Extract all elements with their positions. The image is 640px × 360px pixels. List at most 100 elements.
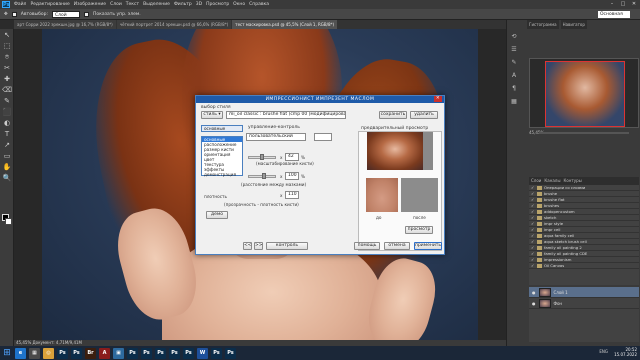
navigator-thumbnail[interactable] bbox=[545, 61, 625, 127]
menu-file[interactable]: Файл bbox=[14, 2, 26, 7]
document-tab[interactable]: чёткий портрет 2014 эрекшн.psd @ 66,6% (… bbox=[116, 20, 232, 29]
taskbar-app-icon[interactable]: Ps bbox=[155, 347, 166, 359]
preview-button[interactable]: просмотр bbox=[405, 226, 433, 234]
autoselect-target-select[interactable]: Слой bbox=[52, 10, 80, 18]
taskbar-app-icon[interactable]: Ps bbox=[183, 347, 194, 359]
prev-page-button[interactable]: << bbox=[243, 242, 252, 250]
tab-navigator[interactable]: Навигатор bbox=[560, 20, 587, 29]
style-dropdown-button[interactable]: стиль ▾ bbox=[201, 111, 223, 119]
hand-tool-icon[interactable]: ✋ bbox=[2, 162, 12, 172]
lasso-tool-icon[interactable]: ⌾ bbox=[2, 52, 12, 62]
tab-layers[interactable]: Слои bbox=[531, 177, 541, 185]
document-tab-active[interactable]: тест маскировка.psd @ 45,5% (Слой 1, RGB… bbox=[232, 20, 338, 29]
taskbar-app-icon[interactable]: A bbox=[99, 347, 110, 359]
taskbar-app-icon[interactable]: Br bbox=[85, 347, 96, 359]
taskbar-app-icon[interactable]: Ps bbox=[225, 347, 236, 359]
visibility-icon[interactable]: ● bbox=[532, 301, 536, 306]
size-value-field[interactable]: 42 bbox=[285, 153, 299, 161]
menu-3d[interactable]: 3D bbox=[196, 2, 202, 7]
brush-preset-value-field[interactable] bbox=[314, 133, 332, 141]
menu-image[interactable]: Изображение bbox=[74, 2, 106, 7]
menu-edit[interactable]: Редактирование bbox=[30, 2, 69, 7]
tab-paths[interactable]: Контуры bbox=[563, 177, 581, 185]
path-select-tool-icon[interactable]: ↗ bbox=[2, 140, 12, 150]
visibility-icon[interactable]: ✓ bbox=[531, 233, 535, 238]
style-name-field[interactable]: mi_oil classic : brushe flat (cmp 00 [мо… bbox=[226, 111, 346, 119]
taskbar-app-icon[interactable]: ▦ bbox=[29, 347, 40, 359]
preview-portrait-image[interactable] bbox=[367, 132, 423, 170]
taskbar-app-icon[interactable]: e bbox=[15, 347, 26, 359]
taskbar-app-icon[interactable]: Ps bbox=[169, 347, 180, 359]
start-button-icon[interactable]: ⊞ bbox=[2, 348, 12, 358]
category-select[interactable]: основные bbox=[201, 125, 243, 132]
visibility-icon[interactable]: ✓ bbox=[531, 197, 535, 202]
tab-channels[interactable]: Каналы bbox=[544, 177, 560, 185]
taskbar-app-icon[interactable]: ◎ bbox=[43, 347, 54, 359]
taskbar-app-icon[interactable]: W bbox=[197, 347, 208, 359]
history-icon[interactable]: ⟲ bbox=[509, 32, 519, 42]
layer-row[interactable]: ● Фон bbox=[529, 298, 639, 309]
move-tool-icon[interactable]: ↖ bbox=[2, 30, 12, 40]
control-button[interactable]: контроль bbox=[266, 242, 308, 250]
size-slider-knob[interactable] bbox=[260, 154, 264, 160]
visibility-icon[interactable]: ✓ bbox=[531, 215, 535, 220]
taskbar-app-icon[interactable]: Ps bbox=[57, 347, 68, 359]
minimize-icon[interactable]: – bbox=[608, 1, 616, 7]
visibility-icon[interactable]: ✓ bbox=[531, 185, 535, 190]
visibility-icon[interactable]: ✓ bbox=[531, 227, 535, 232]
visibility-icon[interactable]: ✓ bbox=[531, 203, 535, 208]
autoselect-checkbox[interactable] bbox=[11, 11, 17, 17]
maximize-icon[interactable]: □ bbox=[619, 1, 627, 7]
save-style-button[interactable]: сохранить bbox=[379, 111, 407, 119]
marquee-tool-icon[interactable]: ⬚ bbox=[2, 41, 12, 51]
spacing-slider-knob[interactable] bbox=[262, 173, 266, 179]
apply-button[interactable]: применить bbox=[414, 242, 442, 250]
layer-row-selected[interactable]: ● Слой 1 bbox=[529, 287, 639, 298]
zoom-slider[interactable] bbox=[539, 132, 629, 134]
system-clock[interactable]: 20:52 15.07.2022 bbox=[614, 347, 637, 357]
menu-help[interactable]: Справка bbox=[249, 2, 269, 7]
menu-select[interactable]: Выделение bbox=[143, 2, 170, 7]
gradient-tool-icon[interactable]: ⬛ bbox=[2, 107, 12, 117]
taskbar-app-icon[interactable]: Ps bbox=[71, 347, 82, 359]
menu-view[interactable]: Просмотр bbox=[206, 2, 229, 7]
demo-button[interactable]: демо bbox=[206, 211, 228, 219]
taskbar-app-icon[interactable]: Ps bbox=[141, 347, 152, 359]
swatches-icon[interactable]: ▦ bbox=[509, 97, 519, 107]
brush-preset-select[interactable]: пользовательский bbox=[246, 133, 306, 141]
close-icon[interactable]: ✕ bbox=[630, 1, 638, 7]
brush-tool-icon[interactable]: ✎ bbox=[2, 96, 12, 106]
help-button[interactable]: помощь bbox=[354, 242, 380, 250]
move-tool-icon[interactable]: ✥ bbox=[4, 12, 8, 17]
visibility-icon[interactable]: ✓ bbox=[531, 221, 535, 226]
dodge-tool-icon[interactable]: ◐ bbox=[2, 118, 12, 128]
spacing-value-field[interactable]: 100 bbox=[285, 172, 299, 180]
character-icon[interactable]: A bbox=[509, 71, 519, 81]
visibility-icon[interactable]: ✓ bbox=[531, 251, 535, 256]
list-item[interactable]: ✓ Oil Canvas bbox=[529, 263, 639, 269]
taskbar-app-icon[interactable]: Ps bbox=[127, 347, 138, 359]
zoom-tool-icon[interactable]: 🔍 bbox=[2, 173, 12, 183]
visibility-icon[interactable]: ✓ bbox=[531, 257, 535, 262]
taskbar-app-icon[interactable]: ▣ bbox=[113, 347, 124, 359]
visibility-icon[interactable]: ● bbox=[532, 290, 536, 295]
visibility-icon[interactable]: ✓ bbox=[531, 245, 535, 250]
language-indicator[interactable]: ENG bbox=[599, 349, 608, 354]
text-tool-icon[interactable]: T bbox=[2, 129, 12, 139]
shape-tool-icon[interactable]: ▭ bbox=[2, 151, 12, 161]
healing-tool-icon[interactable]: ✚ bbox=[2, 74, 12, 84]
menu-layers[interactable]: Слои bbox=[110, 2, 122, 7]
tab-histogram[interactable]: Гистограмма bbox=[527, 20, 559, 29]
cancel-button[interactable]: отмена bbox=[384, 242, 410, 250]
background-color-swatch[interactable] bbox=[5, 218, 12, 225]
paragraph-icon[interactable]: ¶ bbox=[509, 84, 519, 94]
taskbar-app-icon[interactable]: Ps bbox=[211, 347, 222, 359]
menu-type[interactable]: Текст bbox=[126, 2, 139, 7]
document-tab[interactable]: арт Сорри 2022 эрекшн.jpg @ 16,7% (RGB/8… bbox=[14, 20, 116, 29]
brush-panel-icon[interactable]: ✎ bbox=[509, 58, 519, 68]
visibility-icon[interactable]: ✓ bbox=[531, 191, 535, 196]
delete-style-button[interactable]: удалить bbox=[410, 111, 438, 119]
menu-filter[interactable]: Фильтр bbox=[174, 2, 192, 7]
eraser-tool-icon[interactable]: ⌫ bbox=[2, 85, 12, 95]
visibility-icon[interactable]: ✓ bbox=[531, 209, 535, 214]
